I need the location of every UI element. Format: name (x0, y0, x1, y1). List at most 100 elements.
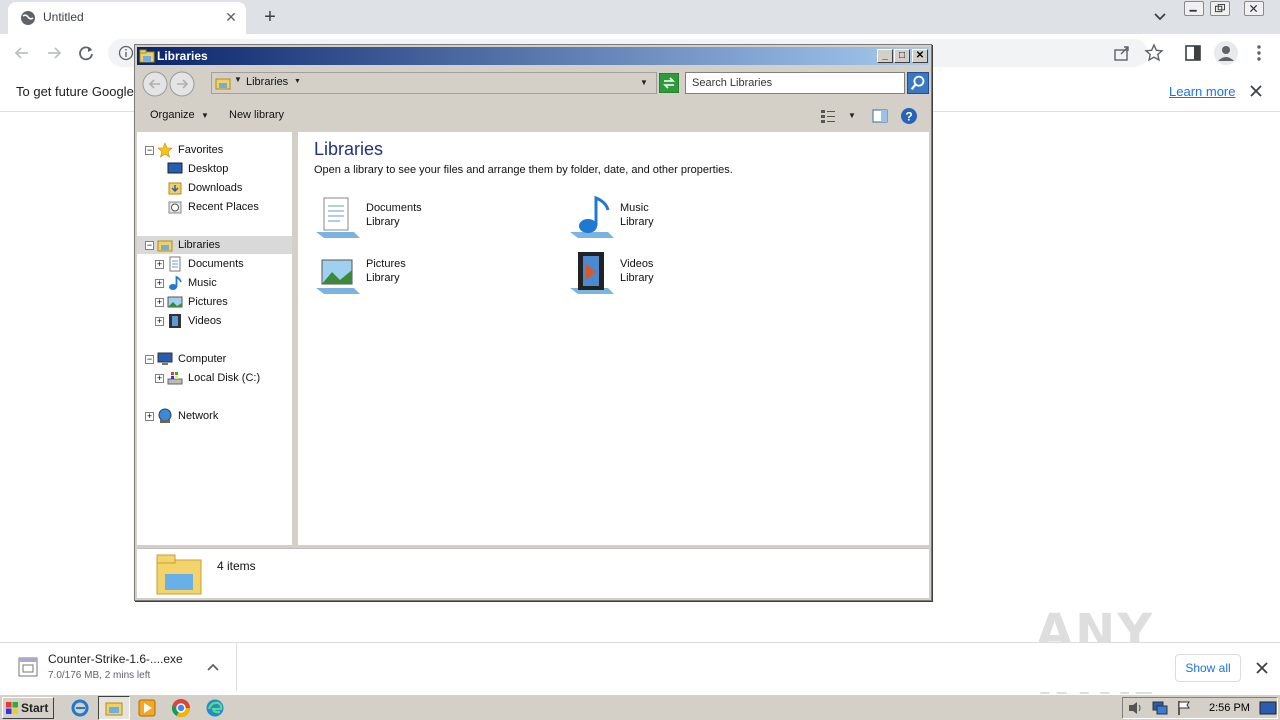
more-menu-icon[interactable] (1250, 43, 1268, 63)
minimize-button[interactable] (1184, 1, 1204, 16)
chevron-down-icon[interactable]: ▼ (848, 111, 856, 120)
info-icon[interactable] (118, 45, 134, 61)
expand-icon[interactable]: + (155, 260, 164, 269)
learn-more-link[interactable]: Learn more (1169, 84, 1235, 99)
nav-recent-places[interactable]: Recent Places (188, 198, 259, 216)
windows-logo-icon (6, 702, 18, 714)
nav-downloads[interactable]: Downloads (188, 179, 242, 197)
expand-icon[interactable]: + (155, 317, 164, 326)
expand-icon[interactable]: + (155, 374, 164, 383)
search-input[interactable]: Search Libraries (685, 72, 905, 94)
explorer-address-bar[interactable]: ▼ Libraries ▼ ▼ (211, 72, 657, 94)
music-icon (169, 275, 182, 290)
collapse-icon[interactable]: − (145, 355, 154, 364)
library-type: Library (620, 216, 654, 228)
videos-icon (169, 314, 181, 328)
taskbar-explorer-button[interactable] (98, 696, 130, 720)
expand-icon[interactable]: + (145, 412, 154, 421)
expand-icon[interactable]: + (155, 279, 164, 288)
profile-avatar-icon[interactable] (1213, 40, 1239, 66)
share-icon[interactable] (1112, 44, 1132, 62)
nav-network[interactable]: Network (178, 407, 218, 425)
chevron-down-icon[interactable] (1150, 8, 1170, 26)
new-tab-button[interactable]: + (258, 6, 282, 28)
chevron-up-icon[interactable] (205, 660, 221, 674)
close-button[interactable]: ✕ (912, 49, 928, 63)
library-item-videos[interactable]: Videos Library (568, 250, 768, 300)
library-item-music[interactable]: Music Library (568, 194, 768, 244)
close-icon[interactable] (1247, 82, 1265, 100)
close-icon[interactable]: ✕ (222, 8, 240, 26)
pictures-library-icon (316, 259, 360, 294)
details-pane: 4 items (137, 548, 929, 598)
close-icon[interactable] (1253, 659, 1271, 677)
network-status-icon[interactable] (1151, 700, 1169, 716)
nav-computer[interactable]: Computer (178, 350, 226, 368)
help-icon[interactable]: ? (899, 106, 919, 126)
star-icon[interactable] (1144, 43, 1164, 63)
collapse-icon[interactable]: − (145, 146, 154, 155)
start-button[interactable]: Start (2, 697, 54, 719)
internet-explorer-icon[interactable] (70, 698, 90, 718)
close-window-button[interactable] (1244, 1, 1264, 16)
search-icon[interactable] (907, 72, 929, 94)
collapse-icon[interactable]: − (145, 241, 154, 250)
libraries-folder-icon (157, 240, 173, 252)
browser-tabstrip: Untitled ✕ + (0, 0, 1280, 34)
show-all-button[interactable]: Show all (1175, 654, 1241, 682)
view-options-icon[interactable] (819, 107, 837, 125)
address-dropdown-icon[interactable]: ▼ (640, 78, 648, 87)
window-titlebar[interactable]: Libraries _ □ ✕ (137, 47, 929, 65)
restore-icon (1215, 4, 1225, 13)
chrome-icon[interactable] (171, 698, 191, 718)
forward-arrow-icon[interactable] (42, 42, 66, 64)
infobar-message: To get future Google (16, 84, 134, 99)
restore-button[interactable] (1210, 1, 1230, 16)
new-library-button[interactable]: New library (229, 109, 284, 121)
breadcrumb[interactable]: Libraries (246, 76, 288, 88)
library-item-pictures[interactable]: Pictures Library (314, 250, 514, 300)
documents-library-icon (316, 197, 360, 238)
download-filename: Counter-Strike-1.6-....exe (48, 652, 183, 666)
nav-documents[interactable]: Documents (188, 255, 244, 273)
chevron-down-icon[interactable]: ▼ (201, 111, 209, 120)
side-panel-icon[interactable] (1184, 44, 1202, 62)
network-icon (158, 408, 172, 423)
edge-icon[interactable] (205, 698, 225, 718)
back-arrow-icon[interactable] (10, 42, 34, 64)
action-center-flag-icon[interactable] (1175, 700, 1193, 716)
nav-music[interactable]: Music (188, 274, 217, 292)
library-type: Library (620, 272, 654, 284)
nav-desktop[interactable]: Desktop (188, 160, 228, 178)
download-shelf: Counter-Strike-1.6-....exe 7.0/176 MB, 2… (0, 642, 1280, 692)
download-item[interactable]: Counter-Strike-1.6-....exe 7.0/176 MB, 2… (0, 643, 237, 691)
back-forward-buttons[interactable] (142, 71, 198, 97)
minimize-button[interactable]: _ (877, 49, 893, 63)
refresh-icon[interactable] (659, 73, 679, 93)
library-item-documents[interactable]: Documents Library (314, 194, 514, 244)
svg-text:?: ? (905, 110, 912, 124)
maximize-button[interactable]: □ (894, 49, 910, 63)
preview-pane-icon[interactable] (871, 107, 889, 125)
nav-favorites[interactable]: Favorites (178, 141, 223, 159)
address-row: ▼ Libraries ▼ ▼ Search Libraries (137, 67, 929, 99)
nav-libraries[interactable]: Libraries (178, 236, 220, 254)
pictures-icon (167, 296, 183, 308)
organize-button[interactable]: Organize (150, 109, 195, 121)
nav-pictures[interactable]: Pictures (188, 293, 228, 311)
reload-icon[interactable] (74, 42, 98, 64)
volume-icon[interactable] (1127, 700, 1145, 716)
libraries-folder-icon (215, 78, 231, 90)
nav-local-disk[interactable]: Local Disk (C:) (188, 369, 260, 387)
folder-icon (105, 702, 123, 716)
media-player-icon[interactable] (137, 698, 157, 718)
browser-tab[interactable]: Untitled ✕ (8, 2, 246, 34)
local-disk-icon (167, 372, 183, 385)
start-label: Start (21, 701, 49, 715)
expand-icon[interactable]: + (155, 298, 164, 307)
nav-videos[interactable]: Videos (188, 312, 221, 330)
chevron-down-icon[interactable]: ▼ (294, 78, 301, 85)
breadcrumb-arrow-icon[interactable]: ▼ (234, 75, 242, 84)
show-desktop-icon[interactable] (1259, 700, 1277, 716)
globe-icon (21, 11, 35, 25)
